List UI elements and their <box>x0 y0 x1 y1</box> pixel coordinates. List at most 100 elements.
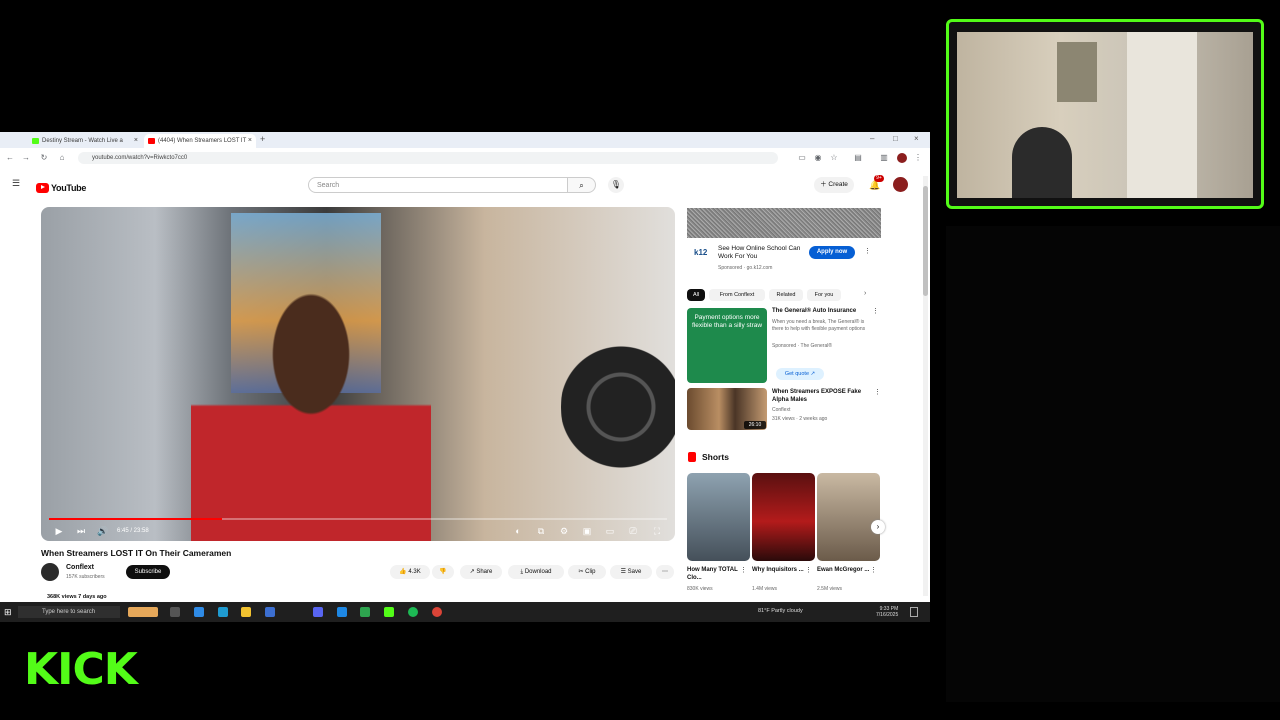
video-stats[interactable]: 368K views 7 days ago <box>47 594 107 600</box>
search-highlight-icon[interactable] <box>128 607 158 617</box>
account-avatar[interactable] <box>893 177 908 192</box>
close-tab-icon[interactable]: × <box>134 134 138 148</box>
short-menu-icon[interactable]: ⋮ <box>805 566 812 574</box>
maximize-icon[interactable]: □ <box>893 134 898 143</box>
like-button[interactable]: 👍 4.3K <box>390 565 430 579</box>
task-view-icon[interactable] <box>170 607 180 617</box>
windows-start-icon[interactable]: ⊞ <box>4 607 14 617</box>
miniplayer-icon[interactable]: ▣ <box>581 524 593 538</box>
cast-icon[interactable]: ▭ <box>796 152 808 164</box>
file-explorer-icon[interactable] <box>241 607 251 617</box>
chrome-icon[interactable] <box>432 607 442 617</box>
webcam-video <box>957 32 1253 198</box>
sidebar-icon[interactable]: ▥ <box>878 152 890 164</box>
short-menu-icon[interactable]: ⋮ <box>870 566 877 574</box>
play-icon[interactable]: ▶ <box>53 524 65 538</box>
search-icon[interactable]: ⌕ <box>568 177 596 193</box>
volume-icon[interactable]: 🔊 <box>97 524 109 538</box>
back-icon[interactable]: ← <box>4 152 16 164</box>
scrollbar[interactable] <box>923 176 928 596</box>
menu-kebab-icon[interactable]: ⋮ <box>912 152 924 164</box>
captions-icon[interactable]: ⧉ <box>535 524 547 538</box>
close-window-icon[interactable]: × <box>914 134 919 143</box>
cast-icon[interactable]: ⎚ <box>627 524 639 538</box>
tab-destiny[interactable]: Destiny Stream - Watch Live a × <box>28 134 142 148</box>
discord-icon[interactable] <box>313 607 323 617</box>
new-tab-icon[interactable]: + <box>260 134 265 144</box>
kick-logo: KICK <box>24 644 138 695</box>
chips-next-icon[interactable]: › <box>864 290 866 297</box>
tab-youtube[interactable]: (4404) When Streamers LOST IT × <box>144 134 256 148</box>
short-title[interactable]: How Many TOTAL Clo... <box>687 566 741 582</box>
progress-bar[interactable] <box>49 518 667 520</box>
short-thumbnail[interactable] <box>752 473 815 561</box>
subscribe-button[interactable]: Subscribe <box>126 565 170 579</box>
webcam-shelf <box>1127 32 1197 198</box>
fullscreen-icon[interactable]: ⛶ <box>651 524 663 538</box>
person-in-video <box>191 292 431 541</box>
short-thumbnail[interactable] <box>817 473 880 561</box>
channel-name[interactable]: Conflext <box>66 564 94 571</box>
short-title[interactable]: Ewan McGregor ... <box>817 566 871 574</box>
next-icon[interactable]: ⏭ <box>75 524 87 538</box>
app-icon[interactable] <box>337 607 347 617</box>
search-input[interactable]: Search <box>308 177 568 193</box>
store-icon[interactable] <box>265 607 275 617</box>
ad2-thumbnail[interactable]: Payment options more flexible than a sil… <box>687 308 767 383</box>
extensions-icon[interactable]: ▤ <box>852 152 864 164</box>
more-actions-icon[interactable]: ⋯ <box>656 565 674 579</box>
short-menu-icon[interactable]: ⋮ <box>740 566 747 574</box>
chip-from-conflext[interactable]: From Conflext <box>709 289 765 301</box>
shorts-next-icon[interactable]: › <box>871 520 885 534</box>
notification-center-icon[interactable] <box>910 607 918 617</box>
share-button[interactable]: ↗ Share <box>460 565 502 579</box>
taskbar-clock[interactable]: 9:33 PM 7/16/2025 <box>876 606 898 618</box>
dislike-button[interactable]: 👎 <box>432 565 454 579</box>
chip-related[interactable]: Related <box>769 289 803 301</box>
reload-icon[interactable]: ↻ <box>38 152 50 164</box>
edge-icon[interactable] <box>218 607 228 617</box>
save-button[interactable]: ☰ Save <box>610 565 652 579</box>
download-button[interactable]: ⤓ Download <box>508 565 564 579</box>
ad-menu-icon[interactable]: ⋮ <box>864 247 871 255</box>
scrollbar-thumb[interactable] <box>923 186 928 296</box>
ad-text[interactable]: See How Online School Can Work For You <box>718 245 808 261</box>
chrome-icon[interactable] <box>194 607 204 617</box>
clip-button[interactable]: ✂ Clip <box>568 565 606 579</box>
short-thumbnail[interactable] <box>687 473 750 561</box>
profile-avatar[interactable] <box>897 153 907 163</box>
autoplay-toggle[interactable]: ◐ <box>509 524 527 538</box>
settings-gear-icon[interactable]: ⚙ <box>558 524 570 538</box>
kick-app-icon[interactable] <box>384 607 394 617</box>
video-menu-icon[interactable]: ⋮ <box>874 388 881 396</box>
ad-banner-image[interactable] <box>687 208 881 238</box>
apply-now-button[interactable]: Apply now <box>809 246 855 259</box>
ad2-menu-icon[interactable]: ⋮ <box>872 307 879 315</box>
chip-for-you[interactable]: For you <box>807 289 841 301</box>
recommended-video-title[interactable]: When Streamers EXPOSE Fake Alpha Males <box>772 388 872 404</box>
short-title[interactable]: Why Inquisitors ... <box>752 566 806 574</box>
hamburger-menu-icon[interactable]: ☰ <box>12 178 20 189</box>
url-field[interactable]: youtube.com/watch?v=Riwkcto7cc0 <box>78 152 778 164</box>
taskbar-search-input[interactable]: Type here to search <box>18 606 120 618</box>
bookmark-star-icon[interactable]: ☆ <box>828 152 840 164</box>
ad2-title[interactable]: The General® Auto Insurance <box>772 308 872 314</box>
channel-avatar[interactable] <box>41 563 59 581</box>
video-player[interactable]: ▶ ⏭ 🔊 6:45 / 23:58 ◐ ⧉ ⚙ ▣ ▭ ⎚ ⛶ <box>41 207 675 541</box>
save-label: Save <box>627 569 642 575</box>
app-icon[interactable] <box>360 607 370 617</box>
microphone-icon[interactable]: 🎙 <box>608 177 624 193</box>
forward-icon[interactable]: → <box>20 152 32 164</box>
recommended-video-channel[interactable]: Conflext <box>772 407 790 413</box>
chip-all[interactable]: All <box>687 289 705 301</box>
home-icon[interactable]: ⌂ <box>56 152 68 164</box>
get-quote-button[interactable]: Get quote ↗ <box>776 368 824 380</box>
weather-widget[interactable]: 81°F Partly cloudy <box>758 608 803 614</box>
minimize-icon[interactable]: – <box>870 134 874 143</box>
eye-icon[interactable]: ◉ <box>812 152 824 164</box>
close-tab-icon[interactable]: × <box>248 134 252 148</box>
theater-mode-icon[interactable]: ▭ <box>604 524 616 538</box>
spotify-icon[interactable] <box>408 607 418 617</box>
youtube-logo[interactable]: YouTube <box>36 179 86 193</box>
create-button[interactable]: ＋ Create <box>814 177 854 193</box>
